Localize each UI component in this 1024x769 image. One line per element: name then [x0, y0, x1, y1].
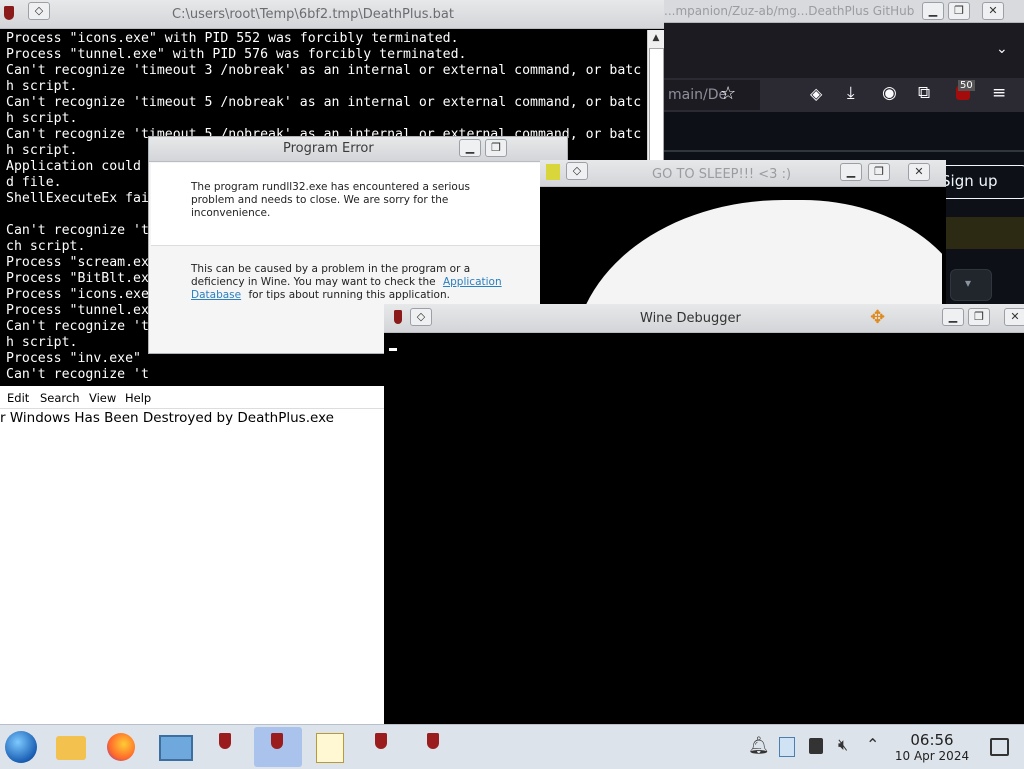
sleep-maximize-button[interactable]: ❐	[868, 163, 890, 181]
firefox-titlebar: ...mpanion/Zuz-ab/mg...DeathPlus GitHub …	[660, 0, 1024, 23]
error-detail-prefix: This can be caused by a problem in the p…	[191, 263, 471, 288]
branch-dropdown[interactable]: ▾	[950, 269, 992, 301]
error-maximize-button[interactable]: ❐	[485, 139, 507, 157]
taskbar-firefox[interactable]	[98, 727, 146, 767]
debugger-title: Wine Debugger	[640, 311, 741, 326]
clock-date: 10 Apr 2024	[894, 749, 970, 763]
show-desktop-icon[interactable]	[990, 738, 1009, 756]
page-header-bar	[660, 150, 1024, 152]
wine-glass-icon	[219, 733, 231, 749]
debugger-close-button[interactable]: ✕	[1004, 308, 1024, 326]
pocket-icon[interactable]: ◈	[810, 84, 822, 103]
console-line: h script.	[6, 111, 78, 126]
error-detail-suffix: for tips about running this application.	[248, 289, 450, 301]
notifications-bell-icon[interactable]: 🔔︎	[748, 736, 770, 756]
debugger-wine-icon	[394, 310, 402, 324]
debugger-titlebar: ◇ Wine Debugger ✥ ▁ ❐ ✕	[384, 304, 1024, 333]
account-icon[interactable]: ◉	[882, 83, 897, 103]
firefox-maximize-button[interactable]: ❐	[948, 2, 970, 20]
taskbar-wine-1[interactable]	[202, 727, 250, 767]
notepad-window: Edit Search View Help r Windows Has Been…	[0, 386, 386, 724]
error-message: The program rundll32.exe has encountered…	[191, 181, 470, 219]
disks-icon[interactable]	[809, 738, 823, 754]
move-cursor-icon: ✥	[870, 307, 886, 328]
sleep-title: GO TO SLEEP!!! <3 :)	[652, 167, 792, 182]
sleep-minimize-button[interactable]: ▁	[840, 163, 862, 181]
error-detail: This can be caused by a problem in the p…	[191, 263, 521, 302]
debugger-cursor	[389, 348, 397, 351]
signup-label: Sign up	[941, 172, 998, 190]
notepad-text[interactable]: r Windows Has Been Destroyed by DeathPlu…	[0, 410, 334, 426]
menu-edit[interactable]: Edit	[7, 391, 29, 405]
clock[interactable]: 06:56 10 Apr 2024	[892, 731, 972, 763]
batch-window-menu-button[interactable]: ◇	[28, 2, 50, 20]
notepad-menubar: Edit Search View Help	[0, 388, 386, 409]
firefox-toolbar: main/De ☆ ◈ ⤓ ◉ ⧉ 50 ≡	[660, 78, 1024, 112]
error-minimize-button[interactable]: ▁	[459, 139, 481, 157]
firefox-icon	[107, 733, 135, 761]
menu-help[interactable]: Help	[125, 391, 151, 405]
firefox-minimize-button[interactable]: ▁	[922, 2, 944, 20]
signup-button[interactable]: Sign up	[940, 165, 1024, 199]
menu-search[interactable]: Search	[40, 391, 80, 405]
taskbar-files[interactable]	[46, 727, 94, 767]
wine-debugger-window: ◇ Wine Debugger ✥ ▁ ❐ ✕	[384, 304, 1024, 724]
menu-view[interactable]: View	[89, 391, 116, 405]
sleep-window: ◇ GO TO SLEEP!!! <3 :) ▁ ❐ ✕	[540, 160, 946, 310]
dropdown-caret-icon: ▾	[965, 276, 972, 290]
error-top-panel: The program rundll32.exe has encountered…	[151, 163, 541, 246]
debugger-maximize-button[interactable]: ❐	[968, 308, 990, 326]
volume-muted-icon[interactable]: 🔇︎	[838, 735, 848, 755]
console-line: Process "icons.exe" with PID 552 was for…	[6, 31, 459, 46]
taskbar-system-settings[interactable]	[150, 727, 198, 767]
sleep-titlebar: ◇ GO TO SLEEP!!! <3 :) ▁ ❐ ✕	[540, 160, 946, 187]
hamburger-menu-icon[interactable]: ≡	[992, 83, 1006, 103]
ublock-badge: 50	[958, 80, 975, 91]
error-titlebar: Program Error ▁ ❐	[149, 137, 567, 162]
wine-glass-icon	[375, 733, 387, 749]
debugger-minimize-button[interactable]: ▁	[942, 308, 964, 326]
console-line: Can't recognize 'timeout 3 /nobreak' as …	[6, 63, 642, 78]
scroll-thumb[interactable]	[649, 48, 664, 162]
batch-title: C:\users\root\Temp\6bf2.tmp\DeathPlus.ba…	[172, 7, 454, 22]
tab-list-chevron-icon[interactable]: ⌄	[996, 41, 1008, 57]
bookmark-star-icon[interactable]: ☆	[720, 83, 736, 104]
wine-glass-icon	[271, 733, 283, 749]
white-shape	[574, 200, 942, 310]
clock-time: 06:56	[910, 731, 954, 749]
taskbar: 🔔︎ 🔇︎ ⌃ 06:56 10 Apr 2024	[0, 724, 1024, 769]
sleep-image	[544, 190, 942, 310]
sleep-window-menu-button[interactable]: ◇	[566, 162, 588, 180]
clipboard-icon[interactable]	[779, 737, 795, 757]
downloads-icon[interactable]: ⤓	[847, 83, 855, 103]
settings-monitor-icon	[159, 735, 193, 761]
url-text: main/De	[668, 87, 728, 103]
notepad-icon	[316, 733, 344, 763]
debugger-window-menu-button[interactable]: ◇	[410, 308, 432, 326]
error-title: Program Error	[283, 141, 374, 156]
extensions-icon[interactable]: ⧉	[918, 83, 930, 103]
scroll-up-arrow-icon[interactable]: ▲	[650, 32, 662, 44]
tray-expand-chevron-icon[interactable]: ⌃	[866, 735, 879, 754]
taskbar-wine-2[interactable]	[254, 727, 302, 767]
taskbar-wine-3[interactable]	[358, 727, 406, 767]
wine-glass-icon	[427, 733, 439, 749]
url-bar[interactable]: main/De ☆	[660, 80, 760, 110]
taskbar-notepad[interactable]	[306, 727, 354, 767]
console-line: h script.	[6, 79, 78, 94]
firefox-close-button[interactable]: ✕	[982, 2, 1004, 20]
sleep-app-icon	[546, 164, 560, 180]
sleep-close-button[interactable]: ✕	[908, 163, 930, 181]
start-menu-icon[interactable]	[5, 731, 37, 763]
wine-app-icon	[4, 6, 14, 20]
firefox-title: ...mpanion/Zuz-ab/mg...DeathPlus GitHub …	[664, 4, 914, 18]
batch-titlebar: ◇ C:\users\root\Temp\6bf2.tmp\DeathPlus.…	[0, 0, 664, 29]
console-line: Process "tunnel.exe" with PID 576 was fo…	[6, 47, 467, 62]
console-line: Can't recognize 'timeout 5 /nobreak' as …	[6, 95, 642, 110]
taskbar-wine-4[interactable]	[410, 727, 458, 767]
firefox-tabstrip: ⌄	[660, 23, 1024, 78]
folder-icon	[56, 736, 86, 760]
